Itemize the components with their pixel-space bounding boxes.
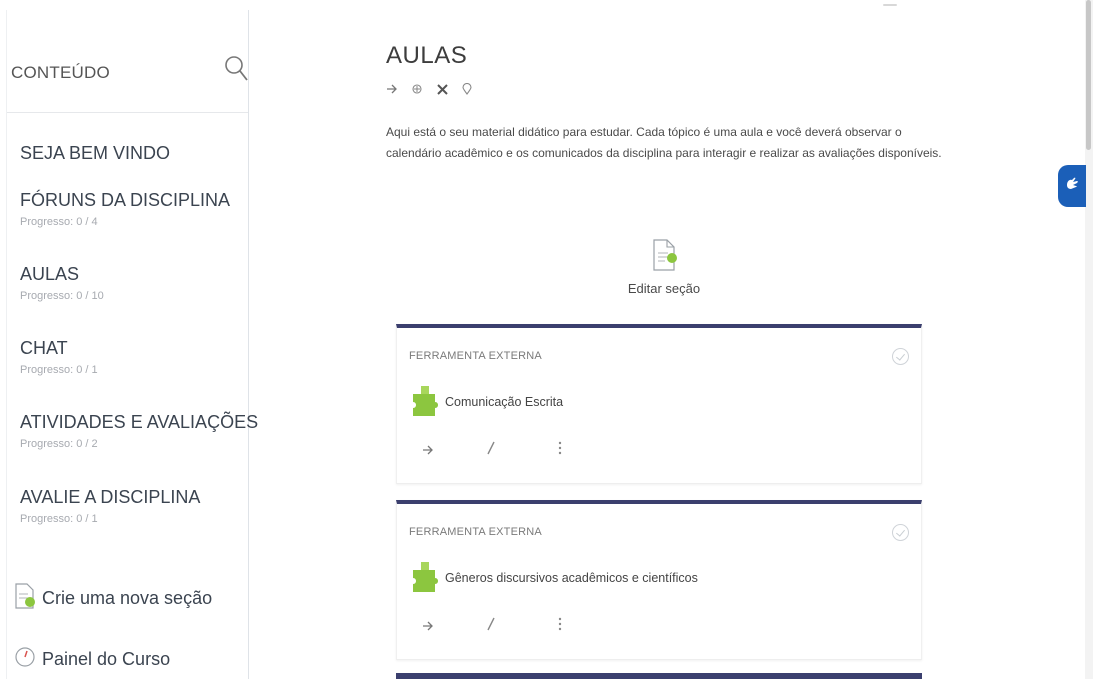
edit-section-icon — [650, 239, 678, 276]
page-title: AULAS — [386, 42, 468, 69]
create-section-button[interactable]: Crie uma nova seção — [14, 582, 212, 615]
pencil-icon[interactable] — [486, 617, 496, 634]
puzzle-icon — [409, 558, 443, 592]
activity-actions — [422, 440, 562, 459]
more-vertical-icon[interactable] — [558, 616, 562, 635]
sidebar-item-seja-bem-vindo[interactable]: SEJA BEM VINDO — [20, 143, 170, 164]
arrow-right-icon[interactable] — [422, 442, 436, 458]
course-panel-icon — [14, 645, 36, 674]
activity-actions — [422, 616, 562, 635]
sidebar-item-foruns[interactable]: FÓRUNS DA DISCIPLINA Progresso: 0 / 4 — [20, 190, 230, 228]
activity-type: FERRAMENTA EXTERNA — [409, 350, 542, 362]
sidebar-item-label: ATIVIDADES E AVALIAÇÕES — [20, 412, 259, 432]
sidebar-item-label: FÓRUNS DA DISCIPLINA — [20, 190, 231, 210]
sidebar-item-label: SEJA BEM VINDO — [20, 143, 171, 163]
sidebar-item-label: AVALIE A DISCIPLINA — [20, 487, 201, 507]
sidebar-item-label: AULAS — [20, 264, 80, 284]
activity-link[interactable]: Comunicação Escrita — [445, 395, 563, 409]
sidebar-title: CONTEÚDO — [11, 63, 110, 82]
sidebar-item-progress: Progresso: 0 / 1 — [20, 513, 98, 525]
divider — [883, 4, 897, 6]
new-section-icon — [14, 582, 36, 615]
create-section-label: Crie uma nova seção — [42, 588, 213, 608]
accessibility-button[interactable] — [1058, 165, 1086, 207]
section-description: Aqui está o seu material didático para e… — [386, 125, 942, 160]
next-card-border — [396, 673, 922, 679]
puzzle-icon — [409, 382, 443, 416]
completion-check-icon[interactable] — [892, 348, 909, 365]
sidebar-item-progress: Progresso: 0 / 1 — [20, 364, 98, 376]
sidebar-item-chat[interactable]: CHAT Progresso: 0 / 1 — [20, 338, 98, 376]
sidebar-item-progress: Progresso: 0 / 4 — [20, 216, 98, 228]
course-panel-label: Painel do Curso — [42, 649, 171, 669]
search-icon[interactable] — [224, 54, 250, 84]
pencil-icon[interactable] — [486, 441, 496, 458]
sign-language-icon — [1063, 175, 1081, 198]
move-icon[interactable] — [411, 83, 423, 95]
course-panel-button[interactable]: Painel do Curso — [14, 645, 170, 674]
completion-check-icon[interactable] — [892, 524, 909, 541]
sidebar-item-label: CHAT — [20, 338, 68, 358]
close-icon[interactable] — [436, 83, 448, 95]
activity-type: FERRAMENTA EXTERNA — [409, 526, 542, 538]
sidebar-item-atividades[interactable]: ATIVIDADES E AVALIAÇÕES Progresso: 0 / 2 — [20, 412, 258, 450]
arrow-right-icon[interactable] — [422, 618, 436, 634]
activity-link[interactable]: Gêneros discursivos acadêmicos e científ… — [445, 571, 698, 585]
section-toolbar — [386, 83, 473, 95]
arrow-right-icon[interactable] — [386, 83, 398, 95]
edit-section-button[interactable]: Editar seção — [624, 238, 704, 296]
sidebar-item-progress: Progresso: 0 / 2 — [20, 438, 98, 450]
sidebar-item-avalie[interactable]: AVALIE A DISCIPLINA Progresso: 0 / 1 — [20, 487, 200, 525]
more-vertical-icon[interactable] — [558, 440, 562, 459]
sidebar-header: CONTEÚDO — [7, 10, 248, 113]
activity-card: FERRAMENTA EXTERNA Comunicação Escrita — [396, 324, 922, 484]
sidebar-item-progress: Progresso: 0 / 10 — [20, 290, 104, 302]
pin-icon[interactable] — [461, 83, 473, 95]
activity-card: FERRAMENTA EXTERNA Gêneros discursivos a… — [396, 500, 922, 660]
scrollbar-thumb[interactable] — [1086, 0, 1091, 150]
sidebar-item-aulas[interactable]: AULAS Progresso: 0 / 10 — [20, 264, 104, 302]
edit-section-label: Editar seção — [627, 281, 701, 296]
